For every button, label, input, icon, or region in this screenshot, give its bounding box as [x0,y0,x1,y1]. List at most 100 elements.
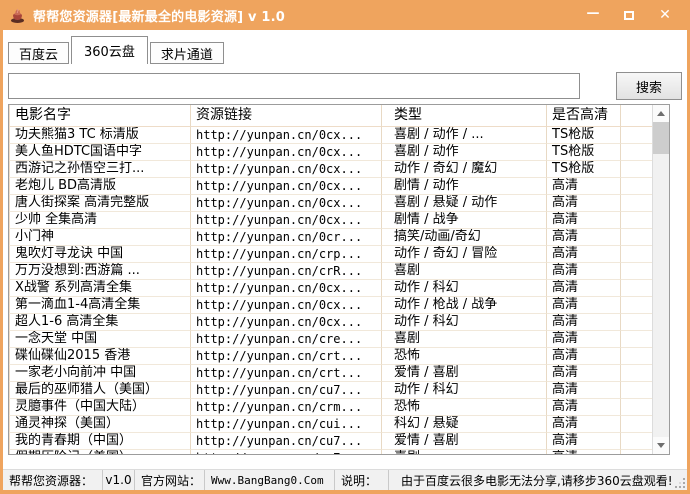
table-cells: 电影名字 资源链接 类型 是否高清 功夫熊猫3 TC 标清版 http://yu… [9,105,652,454]
cell-type: 动作 / 奇幻 / 魔幻 [382,161,547,178]
table-row[interactable]: 假期历险记（美国） http://yunpan.cn/cu7... 喜剧 高清 [9,450,652,454]
cell-resource-link: http://yunpan.cn/0cx... [191,144,382,161]
tab-request-channel[interactable]: 求片通道 [150,42,224,64]
cell-resource-link: http://yunpan.cn/crt... [191,348,382,365]
table-row[interactable]: X战警 系列高清全集 http://yunpan.cn/0cx... 动作 / … [9,280,652,297]
search-button[interactable]: 搜索 [616,72,682,100]
table-row[interactable]: 最后的巫师猎人（美国） http://yunpan.cn/cu7... 动作 /… [9,382,652,399]
cell-filler [621,195,652,212]
table-row[interactable]: 唐人街探案 高清完整版 http://yunpan.cn/0cx... 喜剧 /… [9,195,652,212]
vertical-scrollbar[interactable] [652,105,669,454]
cell-filler [621,450,652,454]
scrollbar-thumb[interactable] [653,122,669,154]
column-header-resource-link[interactable]: 资源链接 [191,105,382,127]
column-header-movie-name[interactable]: 电影名字 [9,105,191,127]
cell-filler [621,382,652,399]
cell-is-hd: 高清 [547,195,621,212]
cell-type: 恐怖 [382,348,547,365]
cell-is-hd: 高清 [547,348,621,365]
cell-movie-name: 我的青春期（中国） [9,433,191,450]
cell-filler [621,178,652,195]
table-row[interactable]: 老炮儿 BD高清版 http://yunpan.cn/0cx... 剧情 / 动… [9,178,652,195]
cell-type: 动作 / 枪战 / 战争 [382,297,547,314]
cell-movie-name: 碟仙碟仙2015 香港 [9,348,191,365]
cell-movie-name: 通灵神探（美国） [9,416,191,433]
maximize-button[interactable] [618,5,640,25]
cell-is-hd: 高清 [547,280,621,297]
cell-is-hd: 高清 [547,382,621,399]
cell-resource-link: http://yunpan.cn/0cx... [191,314,382,331]
tab-360yunpan[interactable]: 360云盘 [71,36,148,64]
cell-movie-name: 超人1-6 高清全集 [9,314,191,331]
table-row[interactable]: 功夫熊猫3 TC 标清版 http://yunpan.cn/0cx... 喜剧 … [9,127,652,144]
cell-movie-name: X战警 系列高清全集 [9,280,191,297]
cell-filler [621,416,652,433]
arrow-up-icon [657,111,665,116]
table-row[interactable]: 小门神 http://yunpan.cn/0cr... 搞笑/动画/奇幻 高清 [9,229,652,246]
cell-is-hd: 高清 [547,212,621,229]
cell-filler [621,348,652,365]
status-version: v1.0 [103,470,135,490]
table-row[interactable]: 西游记之孙悟空三打... http://yunpan.cn/0cx... 动作 … [9,161,652,178]
titlebar: 帮帮您资源器[最新最全的电影资源] v 1.0 — ✕ [0,0,690,30]
cell-resource-link: http://yunpan.cn/0cx... [191,280,382,297]
cell-is-hd: 高清 [547,246,621,263]
scroll-down-button[interactable] [653,437,669,454]
cell-resource-link: http://yunpan.cn/crm... [191,399,382,416]
minimize-button[interactable]: — [582,5,604,25]
table-row[interactable]: 一家老小向前冲 中国 http://yunpan.cn/crt... 爱情 / … [9,365,652,382]
cell-resource-link: http://yunpan.cn/0cx... [191,212,382,229]
cell-filler [621,229,652,246]
resize-grip-icon[interactable] [683,486,685,488]
cell-type: 搞笑/动画/奇幻 [382,229,547,246]
table-row[interactable]: 鬼吹灯寻龙诀 中国 http://yunpan.cn/crp... 动作 / 奇… [9,246,652,263]
cell-is-hd: 高清 [547,450,621,454]
column-header-type[interactable]: 类型 [382,105,547,127]
movie-table: 电影名字 资源链接 类型 是否高清 功夫熊猫3 TC 标清版 http://yu… [8,104,670,455]
cell-resource-link: http://yunpan.cn/cui... [191,416,382,433]
arrow-down-icon [657,443,665,448]
cell-type: 爱情 / 喜剧 [382,433,547,450]
table-row[interactable]: 美人鱼HDTC国语中字 http://yunpan.cn/0cx... 喜剧 /… [9,144,652,161]
cell-filler [621,263,652,280]
tab-baiduyun[interactable]: 百度云 [8,42,69,64]
table-row[interactable]: 万万没想到:西游篇 ... http://yunpan.cn/crR... 喜剧… [9,263,652,280]
cell-is-hd: 高清 [547,229,621,246]
status-app-label: 帮帮您资源器： [3,470,103,490]
table-row[interactable]: 灵臆事件（中国大陆） http://yunpan.cn/crm... 恐怖 高清 [9,399,652,416]
cell-resource-link: http://yunpan.cn/crR... [191,263,382,280]
cell-movie-name: 灵臆事件（中国大陆） [9,399,191,416]
table-row[interactable]: 我的青春期（中国） http://yunpan.cn/cu7... 爱情 / 喜… [9,433,652,450]
cell-movie-name: 小门神 [9,229,191,246]
cell-movie-name: 美人鱼HDTC国语中字 [9,144,191,161]
cell-resource-link: http://yunpan.cn/crp... [191,246,382,263]
cell-type: 动作 / 科幻 [382,314,547,331]
table-row[interactable]: 少帅 全集高清 http://yunpan.cn/0cx... 剧情 / 战争 … [9,212,652,229]
cell-filler [621,399,652,416]
table-row[interactable]: 第一滴血1-4高清全集 http://yunpan.cn/0cx... 动作 /… [9,297,652,314]
cell-filler [621,127,652,144]
cell-movie-name: 一念天堂 中国 [9,331,191,348]
cell-filler [621,144,652,161]
close-icon: ✕ [659,7,671,23]
table-row[interactable]: 一念天堂 中国 http://yunpan.cn/cre... 喜剧 高清 [9,331,652,348]
cell-movie-name: 第一滴血1-4高清全集 [9,297,191,314]
table-row[interactable]: 通灵神探（美国） http://yunpan.cn/cui... 科幻 / 悬疑… [9,416,652,433]
column-header-is-hd[interactable]: 是否高清 [547,105,621,127]
cell-movie-name: 假期历险记（美国） [9,450,191,454]
cell-filler [621,365,652,382]
window-title: 帮帮您资源器[最新最全的电影资源] v 1.0 [33,6,285,25]
cell-resource-link: http://yunpan.cn/crt... [191,365,382,382]
close-button[interactable]: ✕ [654,5,676,25]
search-input[interactable] [8,73,580,99]
cell-type: 喜剧 [382,331,547,348]
scroll-up-button[interactable] [653,105,669,122]
window-controls: — ✕ [582,5,682,25]
table-row[interactable]: 碟仙碟仙2015 香港 http://yunpan.cn/crt... 恐怖 高… [9,348,652,365]
cell-type: 动作 / 科幻 [382,382,547,399]
cell-is-hd: 高清 [547,399,621,416]
cell-movie-name: 西游记之孙悟空三打... [9,161,191,178]
cell-type: 喜剧 / 动作 [382,144,547,161]
table-row[interactable]: 超人1-6 高清全集 http://yunpan.cn/0cx... 动作 / … [9,314,652,331]
cell-type: 恐怖 [382,399,547,416]
